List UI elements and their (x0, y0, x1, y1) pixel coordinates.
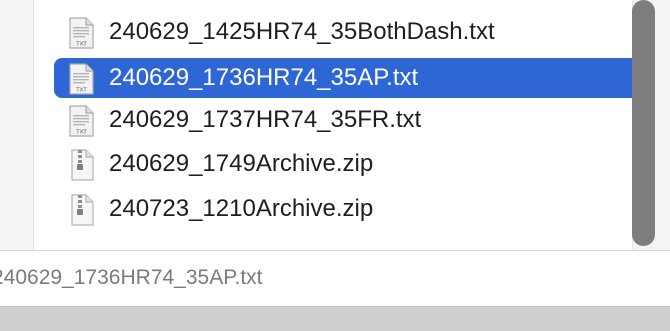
file-row[interactable]: 240723_1210Archive.zip (54, 189, 638, 229)
svg-text:TXT: TXT (75, 42, 87, 48)
sidebar-strip (0, 0, 34, 250)
txt-file-icon: TXT (69, 17, 94, 49)
file-name: 240629_1737HR74_35FR.txt (109, 106, 422, 133)
file-row[interactable]: TXT 240629_1425HR74_35BothDash.txt (54, 12, 638, 52)
svg-text:TXT: TXT (75, 88, 87, 94)
window-bottom-band (0, 306, 670, 331)
file-name: 240629_1736HR74_35AP.txt (109, 64, 419, 91)
file-list-pane: TXT 240629_1425HR74_35BothDash.txt TXT 2… (34, 0, 670, 250)
txt-file-icon: TXT (69, 63, 94, 95)
scrollbar-thumb[interactable] (632, 0, 655, 246)
zip-file-icon (71, 194, 94, 226)
path-bar-label[interactable]: 240629_1736HR74_35AP.txt (0, 266, 263, 290)
zip-file-icon (71, 149, 94, 181)
file-name: 240629_1749Archive.zip (109, 150, 374, 177)
file-row[interactable]: TXT 240629_1737HR74_35FR.txt (54, 100, 638, 140)
txt-file-icon: TXT (69, 105, 94, 137)
path-bar: 240629_1736HR74_35AP.txt (0, 250, 670, 307)
file-name: 240629_1425HR74_35BothDash.txt (109, 18, 495, 45)
file-row-selected[interactable]: TXT 240629_1736HR74_35AP.txt (54, 58, 638, 98)
svg-text:TXT: TXT (75, 130, 87, 136)
file-row[interactable]: 240629_1749Archive.zip (54, 144, 638, 184)
file-name: 240723_1210Archive.zip (109, 195, 374, 222)
